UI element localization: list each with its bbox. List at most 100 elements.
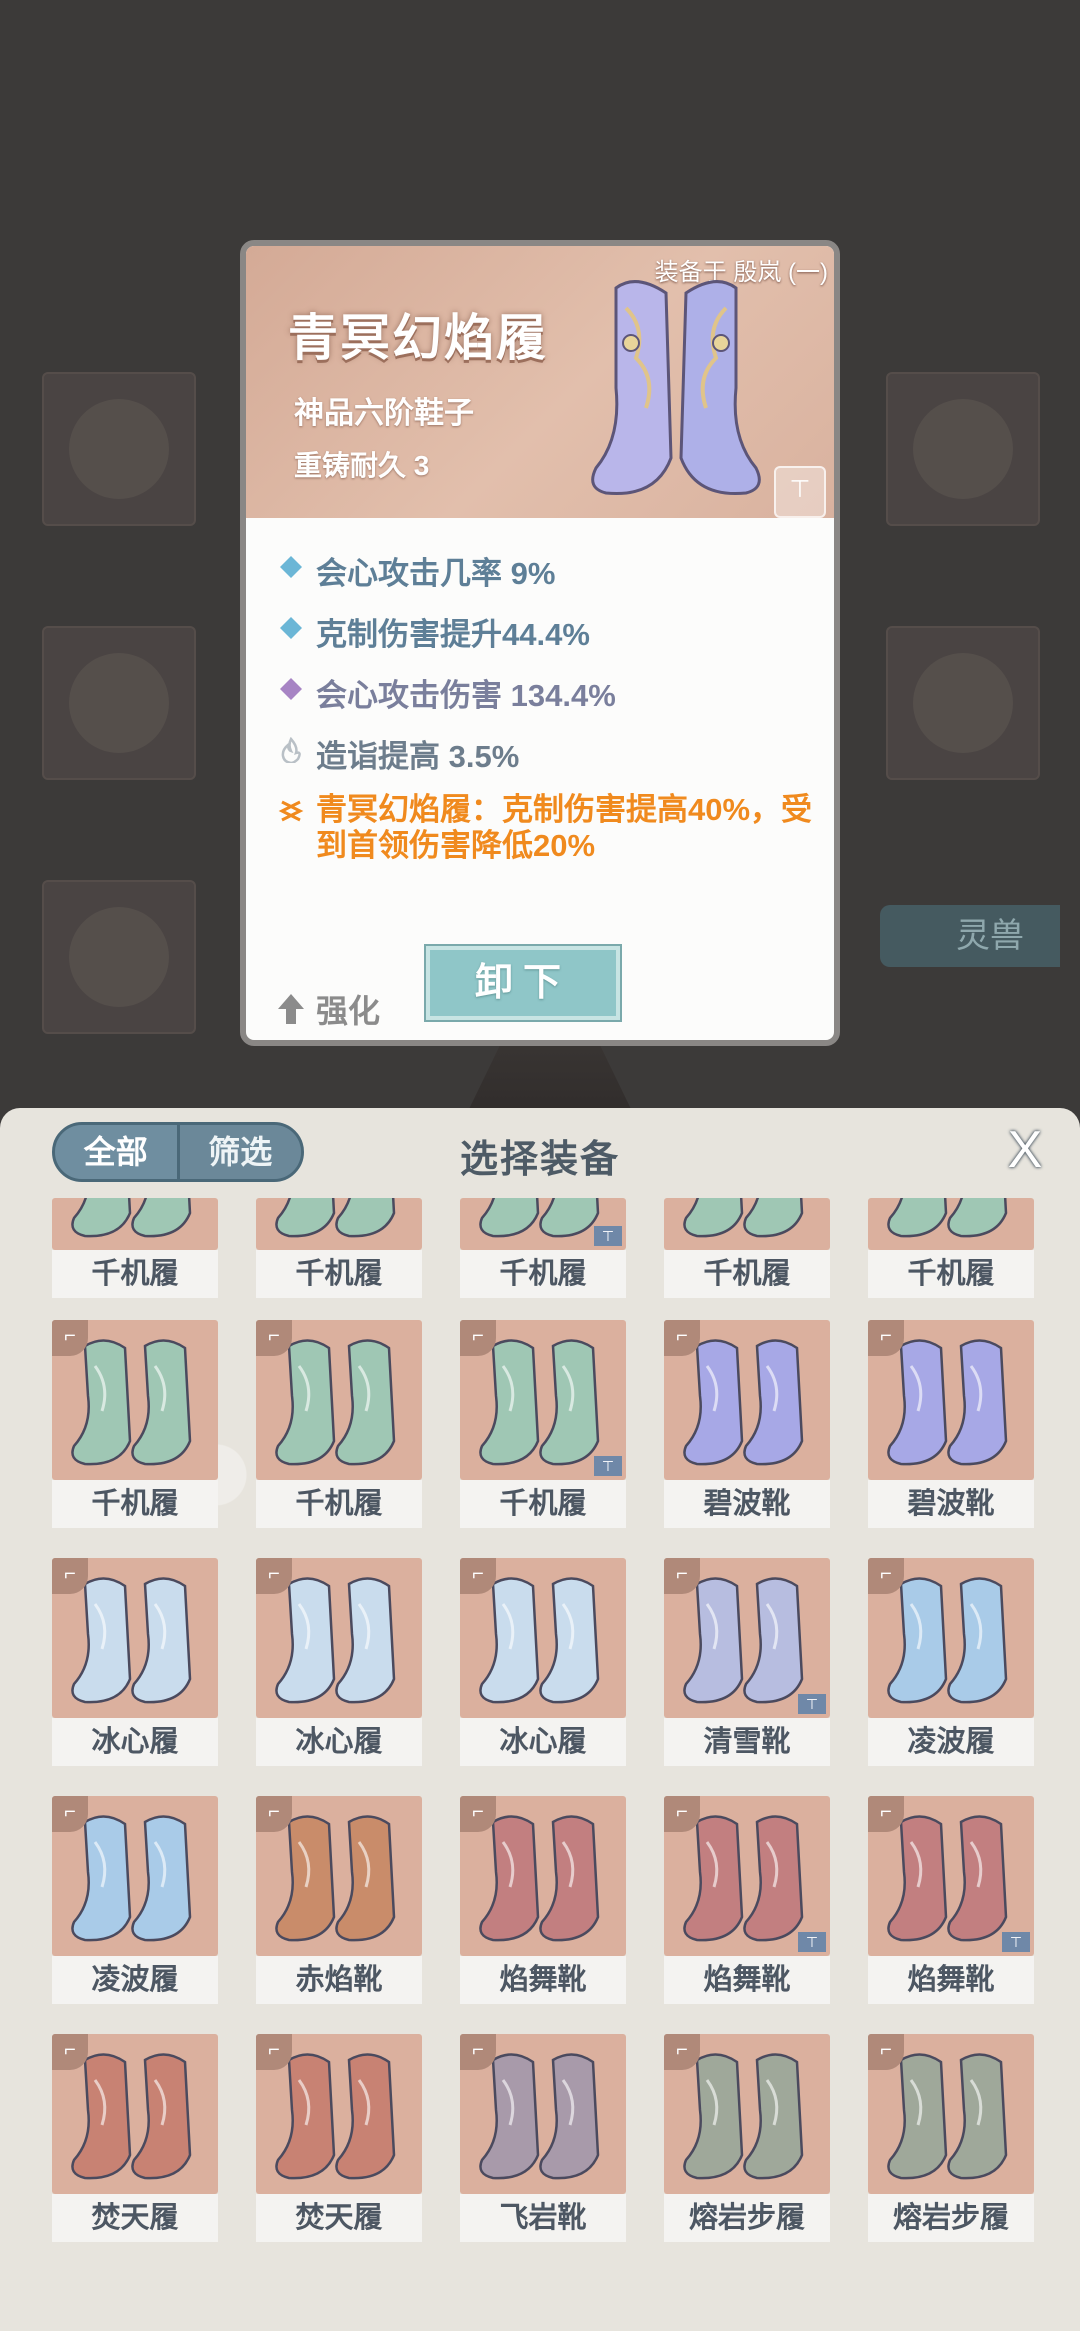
- pet-tab[interactable]: 灵兽: [880, 905, 1060, 967]
- item-name-label: 焚天履: [256, 2194, 422, 2242]
- equipment-item[interactable]: ⌐ 熔岩步履: [868, 2034, 1034, 2244]
- boot-slot-icon: ⌐: [460, 1558, 496, 1594]
- item-name-label: 冰心履: [460, 1718, 626, 1766]
- equipment-item[interactable]: ⌐ 赤焰靴: [256, 1796, 422, 2006]
- stat-text: 克制伤害提升44.4%: [316, 617, 590, 652]
- unequip-button[interactable]: 卸下: [424, 944, 622, 1022]
- item-thumbnail: ⌐: [52, 1558, 218, 1718]
- stat-text: 造诣提高 3.5%: [316, 739, 520, 774]
- equipment-item[interactable]: ⌐ ⊤ 焰舞靴: [868, 1796, 1034, 2006]
- item-thumbnail: ⌐: [868, 2034, 1034, 2194]
- lock-icon: ⊤: [798, 1694, 826, 1714]
- item-thumbnail: ⌐ ⊤: [664, 1796, 830, 1956]
- item-name-label: 赤焰靴: [256, 1956, 422, 2004]
- equipment-item[interactable]: ⌐ 冰心履: [460, 1558, 626, 1768]
- equipment-item[interactable]: ⌐ 碧波靴: [868, 1320, 1034, 1530]
- item-thumbnail: ⌐: [256, 1320, 422, 1480]
- item-thumbnail: ⌐: [256, 1796, 422, 1956]
- bg-accessory-slot: [886, 626, 1040, 780]
- item-name-label: 碧波靴: [868, 1480, 1034, 1528]
- item-thumbnail: ⌐: [256, 1558, 422, 1718]
- boot-slot-icon: ⌐: [868, 1320, 904, 1356]
- lock-icon[interactable]: ⊤: [774, 466, 826, 518]
- boot-slot-icon: ⌐: [460, 2034, 496, 2070]
- item-thumbnail: ⌐: [868, 1558, 1034, 1718]
- set-bonus-row: 青冥幻焰履：克制伤害提高40%，受到首领伤害降低20%: [276, 788, 816, 878]
- item-thumbnail: ⌐: [460, 1558, 626, 1718]
- equipment-item[interactable]: ⌐ 冰心履: [52, 1558, 218, 1768]
- equipment-item[interactable]: ⌐ ⊤ 焰舞靴: [664, 1796, 830, 2006]
- item-thumbnail: ⊤: [460, 1198, 626, 1250]
- equipment-item[interactable]: ⌐ 凌波履: [868, 1558, 1034, 1768]
- item-thumbnail: ⌐ ⊤: [868, 1796, 1034, 1956]
- item-name-label: 千机履: [460, 1480, 626, 1528]
- set-bonus-icon: [278, 800, 304, 822]
- card-header: 装备于 殷岚 (一) 青冥幻焰履 神品六阶鞋子 重铸耐久 3 ⊤: [246, 246, 834, 518]
- item-thumbnail: ⌐: [52, 1320, 218, 1480]
- boots-icon: [887, 1198, 1008, 1238]
- equipment-detail-card: 装备于 殷岚 (一) 青冥幻焰履 神品六阶鞋子 重铸耐久 3 ⊤ 会心攻击几率 …: [240, 240, 840, 1046]
- equipment-item[interactable]: ⌐ 凌波履: [52, 1796, 218, 2006]
- item-name-label: 千机履: [460, 1250, 626, 1298]
- sheet-title: 选择装备: [459, 1139, 620, 1181]
- item-name-label: 焰舞靴: [460, 1956, 626, 2004]
- bg-weapon-slot: [42, 372, 196, 526]
- item-name-label: 千机履: [256, 1480, 422, 1528]
- item-name-label: 熔岩步履: [868, 2194, 1034, 2242]
- bg-boots-slot: [42, 880, 196, 1034]
- equipment-item[interactable]: ⌐ 焰舞靴: [460, 1796, 626, 2006]
- equipment-item[interactable]: ⌐ 熔岩步履: [664, 2034, 830, 2244]
- item-thumbnail: ⌐: [460, 2034, 626, 2194]
- item-thumbnail: ⌐ ⊤: [664, 1558, 830, 1718]
- equipment-item[interactable]: ⌐ ⊤ 清雪靴: [664, 1558, 830, 1768]
- stat-row: 会心攻击伤害 134.4%: [276, 666, 816, 727]
- equipment-item[interactable]: ⌐ 千机履: [52, 1320, 218, 1530]
- item-thumbnail: [256, 1198, 422, 1250]
- boot-slot-icon: ⌐: [664, 1320, 700, 1356]
- boot-slot-icon: ⌐: [460, 1796, 496, 1832]
- purple-diamond-icon: [280, 678, 302, 700]
- flame-icon: [281, 737, 301, 763]
- lock-icon: ⊤: [1002, 1932, 1030, 1952]
- equipment-item[interactable]: ⌐ 冰心履: [256, 1558, 422, 1768]
- item-name-label: 千机履: [256, 1250, 422, 1298]
- upgrade-label: 强化: [316, 993, 381, 1029]
- arrow-up-icon: [278, 994, 304, 1024]
- boot-slot-icon: ⌐: [52, 2034, 88, 2070]
- item-name-label: 千机履: [868, 1250, 1034, 1298]
- close-button[interactable]: X: [1000, 1122, 1050, 1178]
- equipment-item[interactable]: ⌐ 千机履: [256, 1320, 422, 1530]
- boot-slot-icon: ⌐: [664, 2034, 700, 2070]
- equipment-item[interactable]: ⌐ 焚天履: [256, 2034, 422, 2244]
- item-thumbnail: ⌐ ⊤: [460, 1320, 626, 1480]
- lock-icon: ⊤: [594, 1456, 622, 1476]
- item-name-label: 千机履: [52, 1480, 218, 1528]
- equipment-item[interactable]: ⌐ ⊤ 千机履: [460, 1320, 626, 1530]
- boot-slot-icon: ⌐: [664, 1796, 700, 1832]
- set-bonus-text: 青冥幻焰履：克制伤害提高40%，受到首领伤害降低20%: [316, 792, 813, 863]
- equipment-item[interactable]: ⌐ 焚天履: [52, 2034, 218, 2244]
- equipment-item[interactable]: ⌐ 飞岩靴: [460, 2034, 626, 2244]
- boot-slot-icon: ⌐: [868, 1796, 904, 1832]
- stat-text: 会心攻击几率 9%: [316, 556, 556, 591]
- item-thumbnail: ⌐: [52, 1796, 218, 1956]
- item-name-label: 千机履: [664, 1250, 830, 1298]
- bg-helmet-slot: [886, 372, 1040, 526]
- boot-slot-icon: ⌐: [460, 1320, 496, 1356]
- upgrade-button[interactable]: 强化: [276, 984, 380, 1034]
- bg-armor-slot: [42, 626, 196, 780]
- stat-row: 造诣提高 3.5%: [276, 727, 816, 788]
- boot-slot-icon: ⌐: [52, 1796, 88, 1832]
- item-name-label: 千机履: [52, 1250, 218, 1298]
- stat-text: 会心攻击伤害 134.4%: [316, 678, 616, 713]
- boot-slot-icon: ⌐: [868, 1558, 904, 1594]
- item-thumbnail: ⌐: [52, 2034, 218, 2194]
- stat-row: 会心攻击几率 9%: [276, 544, 816, 605]
- equipment-item[interactable]: ⌐ 碧波靴: [664, 1320, 830, 1530]
- item-name: 青冥幻焰履: [288, 310, 548, 366]
- boot-slot-icon: ⌐: [256, 1558, 292, 1594]
- item-name-label: 凌波履: [868, 1718, 1034, 1766]
- boot-slot-icon: ⌐: [52, 1320, 88, 1356]
- item-durability: 重铸耐久 3: [294, 450, 430, 481]
- item-name-label: 冰心履: [52, 1718, 218, 1766]
